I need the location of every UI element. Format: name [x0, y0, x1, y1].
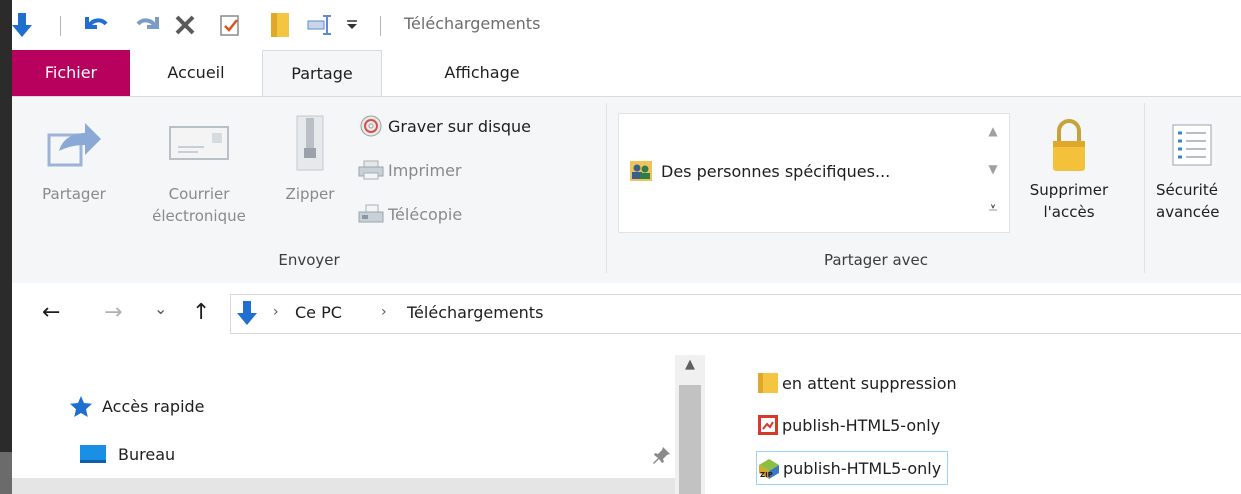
redo-icon[interactable] — [130, 12, 164, 38]
back-button[interactable]: ← — [42, 301, 60, 325]
group-separator — [606, 103, 607, 273]
rename-icon[interactable] — [306, 12, 336, 38]
scrollbar-thumb[interactable] — [679, 385, 701, 494]
address-bar[interactable]: › Ce PC › Téléchargements — [230, 294, 1241, 334]
folder-icon[interactable] — [264, 12, 296, 38]
svg-text:ZIP: ZIP — [760, 471, 773, 479]
ribbon-tabs: Fichier Accueil Partage Affichage — [12, 50, 1241, 98]
nav-item-desktop[interactable]: Bureau — [78, 443, 175, 465]
address-row: ← → ⌄ ↑ › Ce PC › Téléchargements — [12, 283, 1241, 345]
file-list: en attent suppression publish-HTML5-only… — [712, 345, 1241, 494]
group-separator — [1144, 103, 1145, 273]
up-button[interactable]: ↑ — [192, 301, 210, 325]
email-button[interactable]: Courrier électronique — [130, 113, 268, 227]
list-item[interactable]: en attent suppression — [756, 367, 957, 399]
nav-item-hover-row — [12, 478, 675, 494]
gallery-item-specific-people[interactable]: Des personnes spécifiques... — [627, 160, 890, 182]
nav-item-label: Bureau — [118, 444, 176, 464]
zip-archive-icon: ZIP — [757, 456, 781, 480]
breadcrumb-separator[interactable]: › — [381, 304, 387, 320]
customize-dropdown-icon[interactable] — [342, 12, 362, 38]
navigation-pane: Accès rapide Bureau — [12, 345, 712, 494]
group-label-share-with: Partager avec — [823, 251, 929, 269]
scroll-up-icon[interactable]: ▲ — [675, 357, 705, 372]
file-name: publish-HTML5-only — [783, 458, 942, 478]
burn-disc-label: Graver sur disque — [388, 116, 531, 136]
gallery-down-icon[interactable]: ▼ — [979, 162, 1007, 176]
forward-button[interactable]: → — [104, 301, 122, 325]
printer-icon — [358, 159, 384, 181]
share-button[interactable]: Partager — [26, 113, 122, 205]
toolbar-separator — [60, 16, 61, 36]
file-name: en attent suppression — [782, 373, 957, 393]
checkbox-icon[interactable] — [216, 12, 244, 38]
star-icon — [66, 395, 96, 417]
advanced-security-button[interactable]: Sécurité avancée — [1152, 113, 1241, 223]
folder-icon — [756, 371, 780, 395]
toolbar-separator — [380, 16, 381, 36]
nav-item-label: Accès rapide — [102, 396, 205, 416]
advanced-security-label-line2: avancée — [1156, 203, 1220, 221]
recent-locations-button[interactable]: ⌄ — [154, 297, 167, 321]
share-label: Partager — [42, 185, 106, 203]
navigation-scrollbar[interactable]: ▲ — [675, 355, 705, 494]
breadcrumb-downloads[interactable]: Téléchargements — [407, 303, 543, 322]
people-icon — [627, 160, 655, 182]
undo-icon[interactable] — [80, 12, 114, 38]
email-label-line2: électronique — [152, 207, 246, 225]
explorer-window: Téléchargements Fichier Accueil Partage … — [12, 0, 1241, 494]
advanced-security-label-line1: Sécurité — [1156, 181, 1218, 199]
breadcrumb-this-pc[interactable]: Ce PC — [295, 303, 342, 322]
fax-button[interactable]: Télécopie — [358, 201, 462, 227]
properties-down-arrow-icon[interactable] — [12, 12, 36, 38]
downloads-arrow-icon — [237, 301, 257, 329]
remove-access-label-line1: Supprimer — [1029, 181, 1109, 199]
share-with-gallery[interactable]: Des personnes spécifiques... ▲ ▼ ⩡ — [618, 113, 1010, 233]
nav-item-quick-access[interactable]: Accès rapide — [66, 395, 205, 417]
print-label: Imprimer — [388, 160, 462, 180]
security-list-icon — [1152, 113, 1241, 177]
email-label-line1: Courrier — [168, 185, 230, 203]
group-label-send: Envoyer — [278, 251, 340, 269]
title-bar: Téléchargements — [12, 0, 1241, 50]
envelope-icon — [130, 113, 268, 173]
zip-button[interactable]: Zipper — [270, 113, 350, 205]
zip-folder-icon — [270, 113, 350, 173]
desktop-icon — [78, 443, 108, 465]
list-item[interactable]: publish-HTML5-only — [756, 409, 940, 441]
list-item[interactable]: ZIP publish-HTML5-only — [756, 451, 949, 485]
fax-icon — [358, 203, 384, 225]
tab-view[interactable]: Affichage — [412, 50, 552, 96]
print-button[interactable]: Imprimer — [358, 157, 462, 183]
breadcrumb-separator[interactable]: › — [273, 304, 279, 320]
gallery-item-label: Des personnes spécifiques... — [661, 161, 891, 181]
gallery-scrollbar[interactable]: ▲ ▼ ⩡ — [979, 114, 1007, 232]
remove-access-label-line2: l'accès — [1043, 203, 1095, 221]
delete-x-icon[interactable] — [170, 12, 200, 38]
gallery-up-icon[interactable]: ▲ — [979, 124, 1007, 138]
fax-label: Télécopie — [388, 204, 463, 224]
share-icon — [26, 113, 122, 173]
file-name: publish-HTML5-only — [782, 415, 941, 435]
window-title: Téléchargements — [404, 14, 541, 33]
pin-icon[interactable] — [652, 445, 672, 469]
gallery-expand-icon[interactable]: ⩡ — [979, 198, 1007, 218]
remove-access-button[interactable]: Supprimer l'accès — [1008, 113, 1130, 223]
burn-disc-button[interactable]: Graver sur disque — [358, 113, 531, 139]
ribbon-share: Partager Courrier électronique Zipper Gr… — [12, 96, 1241, 284]
disc-icon — [358, 115, 384, 137]
html-file-icon — [756, 413, 780, 437]
tab-file[interactable]: Fichier — [12, 50, 130, 96]
background-strip — [0, 452, 12, 494]
tab-home[interactable]: Accueil — [142, 50, 250, 96]
zip-label: Zipper — [285, 185, 335, 203]
padlock-icon — [1008, 113, 1130, 177]
tab-share[interactable]: Partage — [262, 50, 382, 98]
